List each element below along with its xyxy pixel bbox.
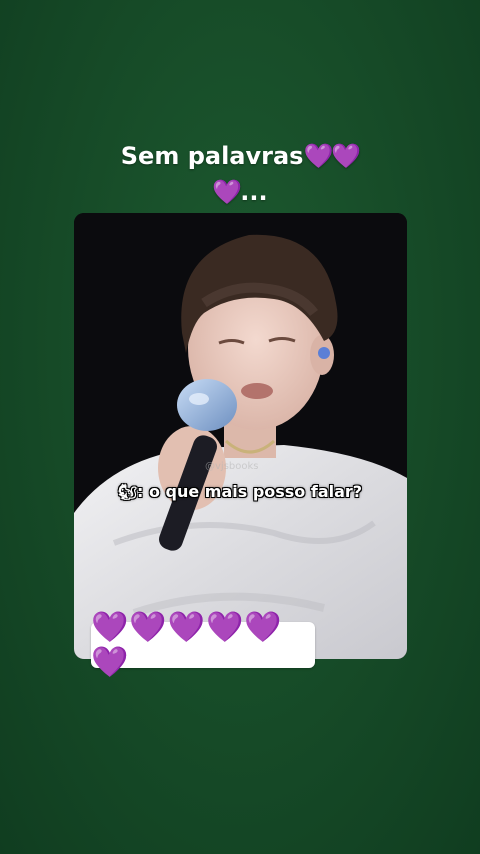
caption-ellipsis: ... — [240, 178, 268, 206]
purple-heart-icons: 💜💜 — [303, 142, 361, 170]
hearts-sticker: 💜💜💜💜💜💜 — [91, 610, 315, 680]
video-subtitle: 🐿: o que mais posso falar? — [0, 482, 480, 501]
subtitle-text: : o que mais posso falar? — [136, 482, 363, 501]
video-frame[interactable] — [74, 213, 407, 659]
caption-line-1: Sem palavras💜💜 — [60, 138, 420, 174]
singer-illustration — [74, 213, 407, 659]
purple-heart-icon: 💜 — [212, 178, 242, 206]
story-caption: Sem palavras💜💜 💜... — [60, 138, 420, 210]
caption-text: Sem palavras — [120, 142, 304, 170]
caption-line-2: 💜... — [60, 174, 420, 210]
purple-hearts-icons: 💜💜💜💜💜💜 — [91, 610, 283, 680]
video-watermark: @vjsbooks — [205, 461, 259, 472]
squirrel-icon: 🐿 — [117, 483, 137, 501]
